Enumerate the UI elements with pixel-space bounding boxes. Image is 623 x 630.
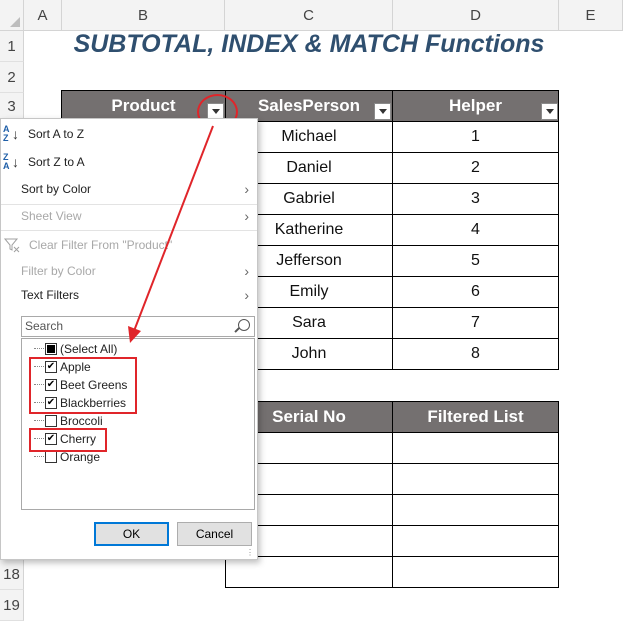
header-serial-no-label: Serial No [272, 407, 346, 426]
filter-value-item[interactable]: (Select All) [22, 340, 252, 358]
filtered-list-cell[interactable] [392, 525, 559, 557]
cancel-button[interactable]: Cancel [177, 522, 252, 546]
row-label: 2 [7, 68, 16, 86]
row-header-1[interactable]: 1 [0, 31, 24, 62]
filter-value-label: (Select All) [60, 342, 118, 356]
sheet-title: SUBTOTAL, INDEX & MATCH Functions [73, 30, 545, 58]
tree-connector [34, 420, 44, 421]
column-label: D [470, 6, 481, 24]
menu-item-label: Clear Filter From "Product" [29, 238, 173, 252]
menu-item-label: Sort A to Z [28, 127, 85, 141]
row-label: 18 [3, 565, 20, 583]
helper-cell[interactable]: 2 [392, 152, 559, 184]
sort-ascending-icon: A Z ↓ [3, 124, 19, 143]
ok-button[interactable]: OK [94, 522, 169, 546]
menu-item-text-filters[interactable]: Text Filters › [1, 282, 257, 308]
row-label: 3 [7, 98, 16, 115]
sort-descending-icon: Z A ↓ [3, 152, 19, 171]
row-label: 19 [3, 596, 20, 614]
menu-item-label: Text Filters [21, 288, 80, 302]
header-helper: Helper [392, 90, 559, 122]
helper-filter-button[interactable] [541, 103, 558, 120]
highlight-box-checked-items [29, 357, 137, 414]
header-salesperson-label: SalesPerson [257, 96, 361, 115]
resize-grip-icon[interactable]: ⋮ [246, 548, 255, 557]
menu-item-sort-by-color[interactable]: Sort by Color › [1, 176, 257, 202]
row-header-19[interactable]: 19 [0, 590, 24, 621]
filtered-list-cell[interactable] [392, 432, 559, 464]
menu-item-label: Filter by Color [21, 264, 96, 278]
helper-cell[interactable]: 7 [392, 307, 559, 339]
menu-item-sort-z-to-a[interactable]: Z A ↓ Sort Z to A [1, 149, 257, 175]
helper-cell[interactable]: 1 [392, 121, 559, 153]
helper-cell[interactable]: 6 [392, 276, 559, 308]
helper-cell[interactable]: 5 [392, 245, 559, 277]
select-all-corner[interactable] [0, 0, 24, 31]
ok-button-label: OK [122, 527, 141, 541]
header-filtered-list-label: Filtered List [427, 407, 524, 426]
clear-filter-icon [4, 238, 20, 253]
filtered-list-cell[interactable] [392, 463, 559, 495]
column-label: C [303, 6, 314, 24]
helper-cell[interactable]: 3 [392, 183, 559, 215]
filtered-list-cell[interactable] [392, 556, 559, 588]
checkbox-unchecked[interactable] [45, 415, 57, 427]
menu-item-clear-filter: Clear Filter From "Product" [1, 232, 257, 258]
search-input[interactable]: Search [21, 316, 255, 337]
column-label: E [585, 6, 596, 24]
salesperson-filter-button[interactable] [374, 103, 391, 120]
menu-item-label: Sort Z to A [28, 155, 85, 169]
filter-value-label: Broccoli [60, 414, 103, 428]
filtered-list-cell[interactable] [392, 494, 559, 526]
highlight-box-cherry [29, 428, 107, 452]
checkbox-partial[interactable] [45, 343, 57, 355]
menu-separator [1, 230, 257, 231]
column-label: A [37, 6, 48, 24]
header-helper-label: Helper [449, 96, 502, 115]
serial-no-cell[interactable] [225, 556, 393, 588]
row-label: 1 [7, 37, 16, 55]
tree-connector [34, 348, 44, 349]
chevron-right-icon: › [244, 181, 249, 197]
search-placeholder: Search [25, 319, 64, 333]
helper-cell[interactable]: 8 [392, 338, 559, 370]
helper-cell[interactable]: 4 [392, 214, 559, 246]
header-product-label: Product [111, 96, 176, 115]
cancel-button-label: Cancel [195, 527, 234, 541]
checkbox-unchecked[interactable] [45, 451, 57, 463]
menu-item-sheet-view: Sheet View › [1, 203, 257, 229]
menu-item-filter-by-color: Filter by Color › [1, 258, 257, 284]
menu-item-sort-a-to-z[interactable]: A Z ↓ Sort A to Z [1, 121, 257, 147]
chevron-right-icon: › [244, 287, 249, 303]
column-label: B [137, 6, 148, 24]
search-icon [238, 319, 250, 331]
menu-item-label: Sort by Color [21, 182, 92, 196]
tree-connector [34, 456, 44, 457]
row-header-18[interactable]: 18 [0, 559, 24, 590]
header-filtered-list: Filtered List [392, 401, 559, 433]
menu-item-label: Sheet View [21, 209, 82, 223]
chevron-right-icon: › [244, 208, 249, 224]
row-header-2[interactable]: 2 [0, 62, 24, 93]
autofilter-dropdown: A Z ↓ Sort A to Z Z A ↓ Sort Z to A Sort by … [0, 118, 258, 560]
row-header-3[interactable]: 3 [0, 93, 24, 121]
filter-value-label: Orange [60, 450, 101, 464]
chevron-right-icon: › [244, 263, 249, 279]
